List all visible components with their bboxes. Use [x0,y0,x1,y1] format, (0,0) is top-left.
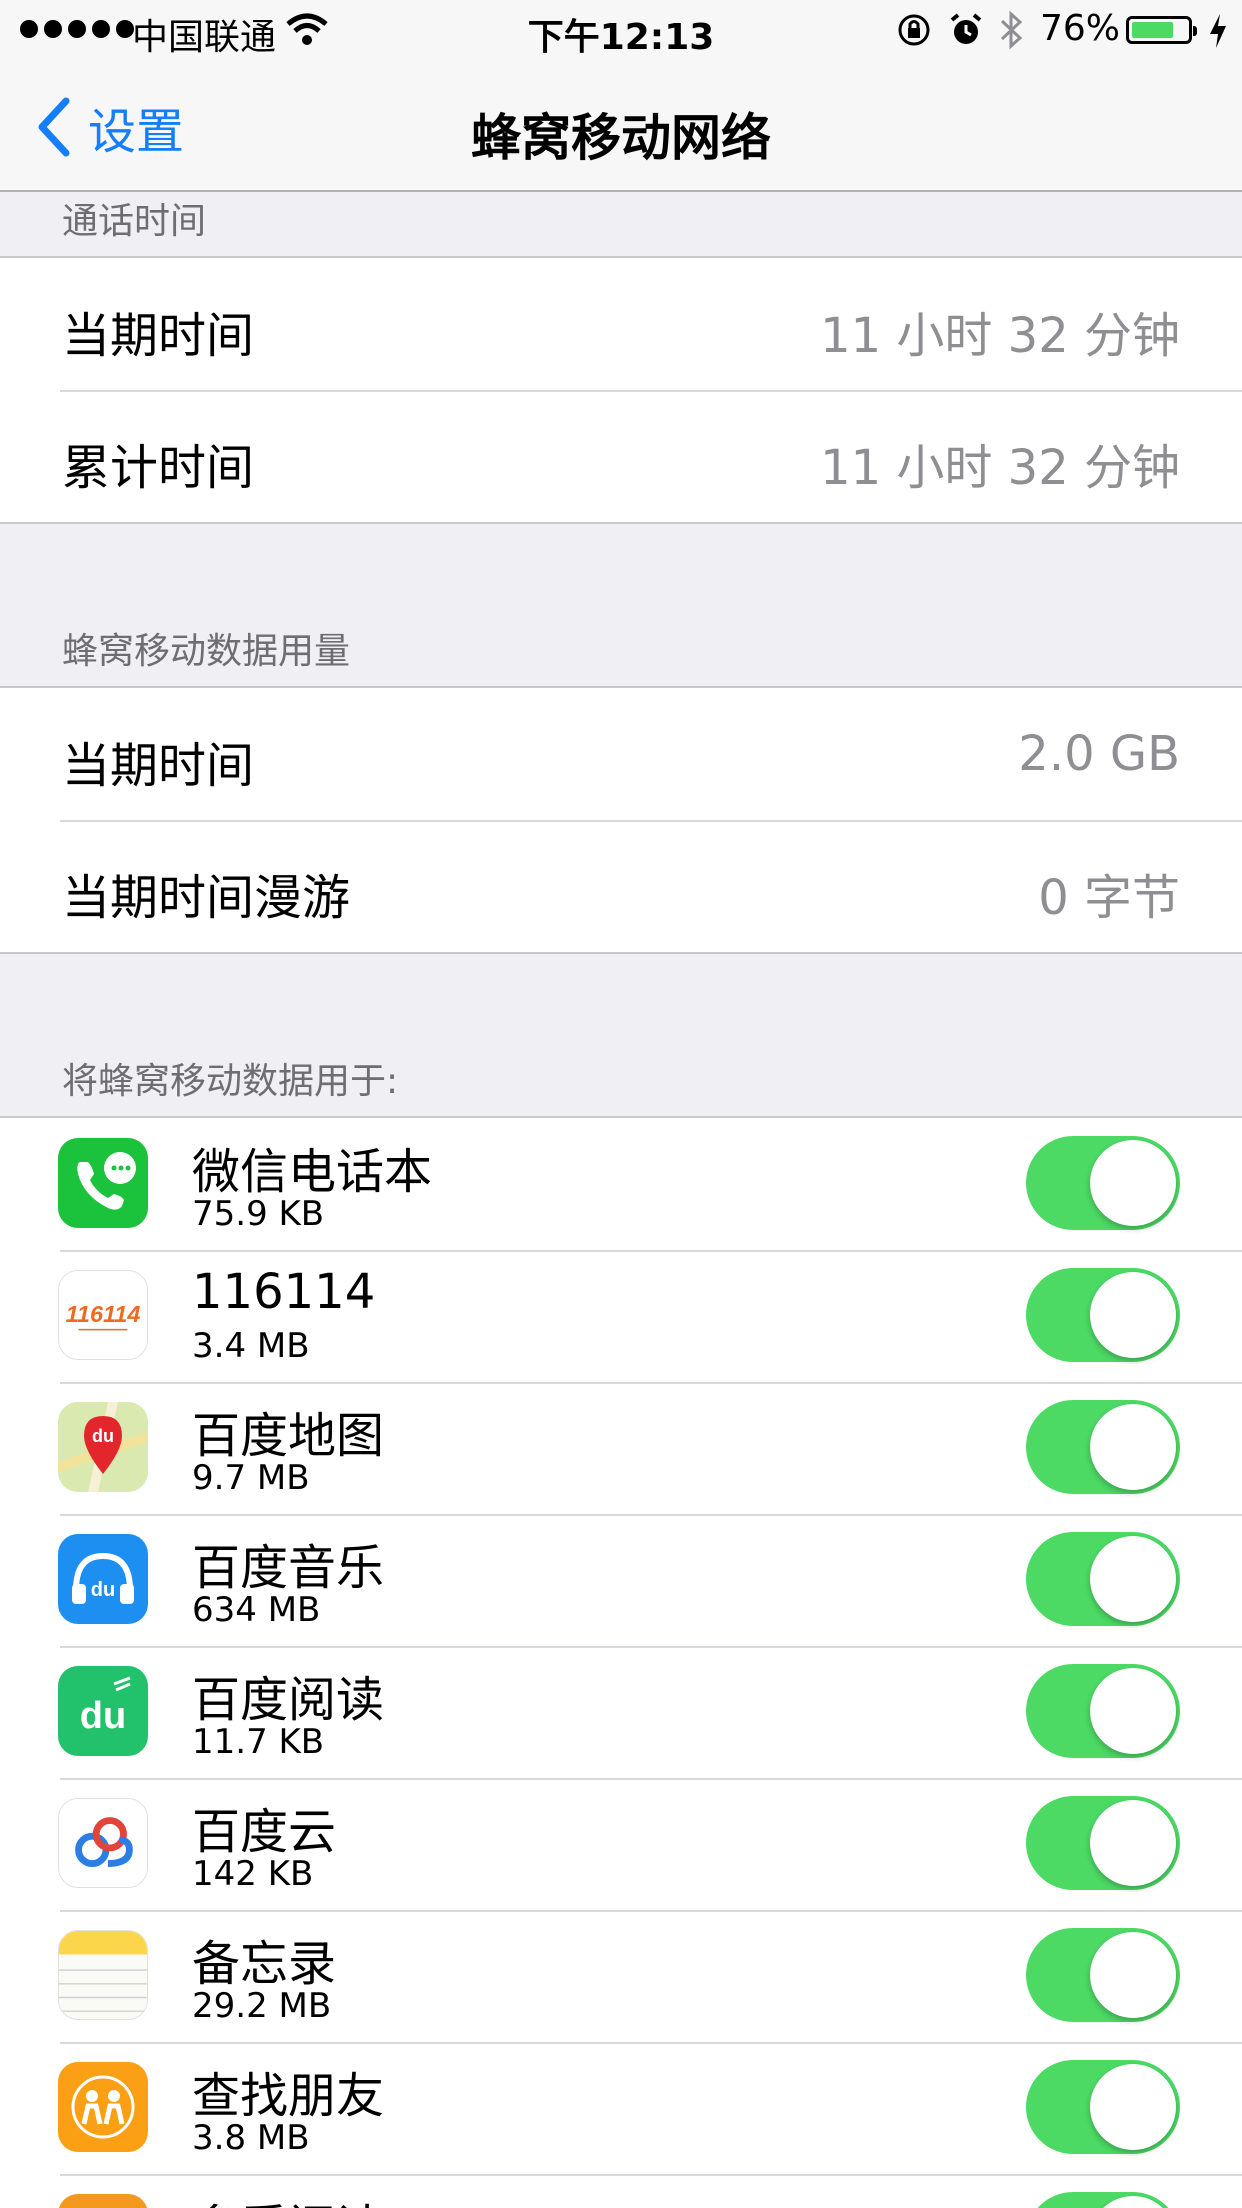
duokan-reader-icon [58,2194,148,2208]
app-name: 备忘录 [192,1936,337,1992]
app-data-size: 29.2 MB [192,1986,332,2026]
toggle-knob [1090,2196,1176,2208]
section-header-apps: 将蜂窝移动数据用于: [62,1061,399,1102]
app-name: 百度阅读 [192,1672,385,1728]
list-item: 查找朋友 3.8 MB [0,2042,1242,2174]
app-data-size: 75.9 KB [192,1194,325,1234]
status-bar: 中国联通 下午12:13 76% [0,0,1242,62]
toggle-knob [1090,2064,1176,2150]
row-value: 0 字节 [1038,870,1180,926]
row-label: 累计时间 [62,440,255,496]
toggle-knob [1090,1404,1176,1490]
row-value: 11 小时 32 分钟 [820,308,1180,364]
app-name: 多看阅读 [192,2188,384,2208]
bluetooth-icon [1000,10,1023,50]
section-header-data-usage: 蜂窝移动数据用量 [62,631,351,672]
cellular-data-toggle[interactable] [1026,1136,1180,1230]
cellular-data-toggle[interactable] [1026,1532,1180,1626]
page-title: 蜂窝移动网络 [471,109,771,167]
app-data-size: 11.7 KB [192,1722,325,1762]
cellular-data-toggle[interactable] [1026,2192,1180,2208]
settings-list[interactable]: 通话时间 当期时间 11 小时 32 分钟 累计时间 11 小时 32 分钟 蜂… [0,192,1242,2208]
toggle-knob [1090,1800,1176,1886]
section-header-call-time: 通话时间 [62,201,207,242]
app-data-size: 9.7 MB [192,1458,310,1498]
baidu-map-icon: du [58,1402,148,1492]
toggle-knob [1090,1272,1176,1358]
list-item: 当期时间 11 小时 32 分钟 [0,258,1242,390]
row-value: 2.0 GB [1018,726,1180,782]
list-item: 百度云 142 KB [0,1778,1242,1910]
svg-text:du: du [91,1579,115,1601]
app-name: 116114 [192,1264,376,1320]
svg-text:du: du [92,1426,114,1446]
116114-icon: 116114 [58,1270,148,1360]
row-label: 当期时间 [62,738,255,794]
app-name: 查找朋友 [192,2068,385,2124]
baidu-music-icon: du [58,1534,148,1624]
row-value: 11 小时 32 分钟 [820,440,1180,496]
app-data-size: 3.8 MB [192,2118,310,2158]
list-item: 116114 116114 3.4 MB [0,1250,1242,1382]
toggle-knob [1090,1932,1176,2018]
cellular-data-toggle[interactable] [1026,1664,1180,1758]
find-friends-icon [58,2062,148,2152]
notes-icon [58,1930,148,2020]
alarm-icon [950,13,982,44]
app-name: 百度音乐 [192,1540,385,1596]
list-item: 微信电话本 75.9 KB [0,1118,1242,1250]
app-data-size: 142 KB [192,1854,314,1894]
call-time-group: 当期时间 11 小时 32 分钟 累计时间 11 小时 32 分钟 [0,256,1242,524]
app-name: 微信电话本 [192,1144,433,1200]
list-item: 当期时间漫游 0 字节 [0,820,1242,952]
navigation-bar: 设置 蜂窝移动网络 [0,62,1242,192]
battery-icon [1126,16,1197,44]
battery-percent: 76% [1040,8,1121,49]
list-item: du 百度阅读 11.7 KB [0,1646,1242,1778]
wechat-phonebook-icon [58,1138,148,1228]
row-label: 当期时间 [62,308,255,364]
toggle-knob [1090,1668,1176,1754]
list-item: du 百度地图 9.7 MB [0,1382,1242,1514]
app-name: 百度云 [192,1804,337,1860]
app-data-size: 634 MB [192,1590,321,1630]
app-name: 百度地图 [192,1408,385,1464]
data-usage-group: 当期时间 2.0 GB 当期时间漫游 0 字节 [0,686,1242,954]
app-data-size: 3.4 MB [192,1326,310,1366]
list-item: 当期时间 2.0 GB [0,688,1242,820]
cellular-data-toggle[interactable] [1026,1928,1180,2022]
app-data-group: 微信电话本 75.9 KB 116114 116114 3.4 MB du 百度… [0,1116,1242,2208]
cellular-data-toggle[interactable] [1026,1268,1180,1362]
list-item: du 百度音乐 634 MB [0,1514,1242,1646]
list-item: 累计时间 11 小时 32 分钟 [0,390,1242,522]
cellular-data-toggle[interactable] [1026,1400,1180,1494]
screen: 中国联通 下午12:13 76% 设置 蜂窝移动网络 通话时间 当期时间 11 … [0,0,1242,2208]
battery-level-fill [1132,22,1173,38]
row-label: 当期时间漫游 [62,870,351,926]
svg-text:du: du [80,1695,126,1737]
baidu-reader-icon: du [58,1666,148,1756]
cellular-data-toggle[interactable] [1026,2060,1180,2154]
cellular-data-toggle[interactable] [1026,1796,1180,1890]
toggle-knob [1090,1536,1176,1622]
charging-icon [1210,14,1226,48]
list-item: 多看阅读 [0,2174,1242,2208]
baidu-cloud-icon [58,1798,148,1888]
list-item: 备忘录 29.2 MB [0,1910,1242,2042]
svg-text:116114: 116114 [66,1301,141,1327]
rotation-lock-icon [898,14,930,46]
toggle-knob [1090,1140,1176,1226]
